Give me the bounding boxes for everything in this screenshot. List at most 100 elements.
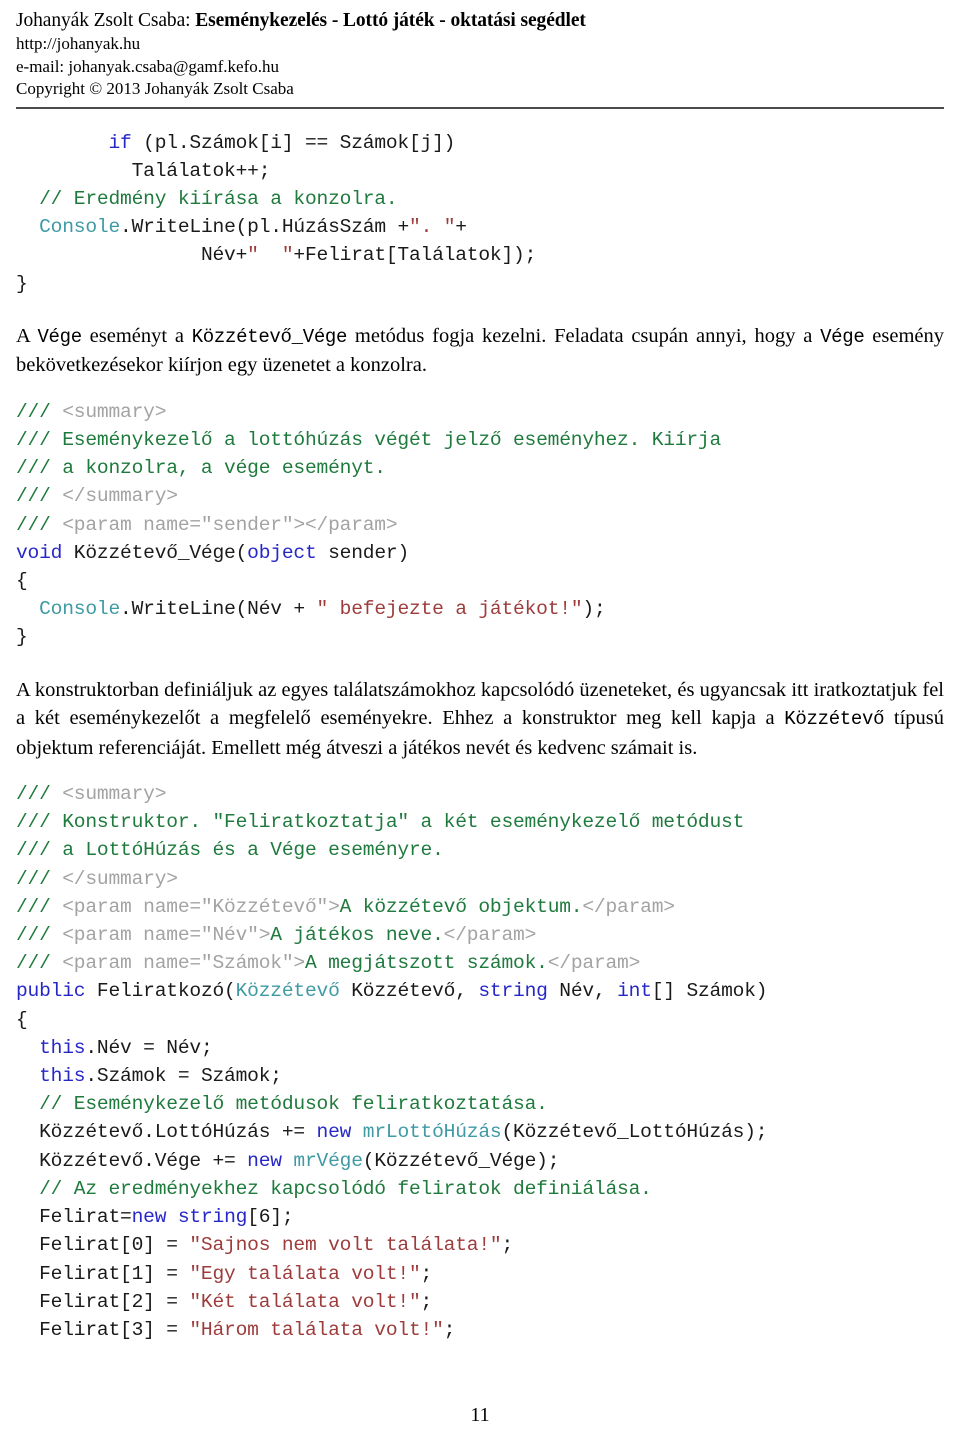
code-token: /// bbox=[16, 811, 63, 834]
page-number: 11 bbox=[470, 1404, 490, 1426]
code-token: ; bbox=[420, 1290, 433, 1313]
code-token: ". " bbox=[409, 216, 456, 239]
document-header: Johanyák Zsolt Csaba: Eseménykezelés - L… bbox=[16, 0, 944, 109]
code-token: ); bbox=[582, 598, 606, 621]
code-token: Közzétevő.Vége += bbox=[16, 1149, 248, 1172]
page-footer: 11 bbox=[0, 1404, 960, 1427]
code-token: a LottóHúzás és a Vége eseményre. bbox=[62, 839, 444, 862]
code-token: /// bbox=[16, 485, 63, 508]
code-token: /// bbox=[16, 952, 63, 975]
code-token: </summary> bbox=[62, 485, 178, 508]
code-token: </param> bbox=[582, 895, 675, 918]
code-token: Eseménykezelő a lottóhúzás végét jelző e… bbox=[62, 428, 722, 451]
prose-text: metódus fogja kezelni. Feladata csupán a… bbox=[347, 324, 821, 347]
code-token: [6]; bbox=[247, 1206, 294, 1229]
code-block-feliratkozo-konstruktor: /// <summary> /// Konstruktor. "Feliratk… bbox=[16, 780, 944, 1344]
code-token: new bbox=[131, 1206, 167, 1229]
inline-code: Közzétevő_Vége bbox=[191, 325, 348, 348]
code-token: .Számok = Számok; bbox=[85, 1065, 282, 1088]
inline-code: Vége bbox=[820, 325, 865, 348]
code-token: void bbox=[16, 541, 63, 564]
code-token: " befejezte a játékot!" bbox=[316, 598, 583, 621]
code-token: Közzétevő.LottóHúzás += bbox=[16, 1121, 317, 1144]
code-token: Felirat[0] = bbox=[16, 1234, 190, 1257]
code-token: A közzétevő objektum. bbox=[339, 895, 583, 918]
prose-text: eseményt a bbox=[81, 324, 192, 347]
code-token: (pl.Számok[i] == Számok[j]) bbox=[131, 131, 456, 154]
code-token: } bbox=[16, 626, 28, 649]
code-token: (Közzétevő_Vége); bbox=[362, 1149, 560, 1172]
code-token: /// bbox=[16, 839, 63, 862]
code-token: string bbox=[478, 980, 548, 1003]
code-token: string bbox=[177, 1206, 248, 1229]
code-token: Felirat[3] = bbox=[16, 1318, 190, 1341]
code-token: </param> bbox=[443, 924, 537, 947]
code-token: (Közzétevő_LottóHúzás); bbox=[501, 1121, 768, 1144]
code-token: <param name="sender"></param> bbox=[62, 513, 398, 536]
code-token: ; bbox=[443, 1318, 456, 1341]
code-token: </summary> bbox=[62, 867, 178, 890]
code-token: /// bbox=[16, 400, 63, 423]
code-token: /// bbox=[16, 895, 63, 918]
code-token: "Három találata volt!" bbox=[189, 1318, 444, 1341]
code-token: this bbox=[39, 1065, 86, 1088]
code-token: <param name="Név"> bbox=[62, 924, 271, 947]
inline-code: Vége bbox=[37, 325, 82, 348]
code-token: "Két találata volt!" bbox=[189, 1290, 421, 1313]
code-token: Közzétevő_Vége( bbox=[62, 541, 248, 564]
code-token: { bbox=[16, 1008, 28, 1031]
code-token: <param name="Közzétevő"> bbox=[62, 895, 340, 918]
code-token: /// bbox=[16, 867, 63, 890]
code-token: int bbox=[617, 980, 652, 1003]
code-token: Találatok++; bbox=[16, 159, 271, 182]
code-token: /// bbox=[16, 428, 63, 451]
code-token: A játékos neve. bbox=[270, 924, 444, 947]
header-document-title: Eseménykezelés - Lottó játék - oktatási … bbox=[195, 10, 586, 31]
code-token: Közzétevő bbox=[235, 980, 340, 1003]
code-token: /// bbox=[16, 513, 63, 536]
code-token: <summary> bbox=[62, 783, 167, 806]
code-token: sender) bbox=[316, 541, 409, 564]
code-token: /// bbox=[16, 457, 63, 480]
prose-text: A bbox=[16, 324, 38, 347]
code-token: new bbox=[247, 1149, 282, 1172]
code-token: Felirat[1] = bbox=[16, 1262, 190, 1285]
code-token: if bbox=[108, 131, 132, 154]
paragraph-konstruktor: A konstruktorban definiáljuk az egyes ta… bbox=[16, 676, 944, 763]
code-token: mrVége bbox=[293, 1149, 363, 1172]
code-token: "Egy találata volt!" bbox=[189, 1262, 421, 1285]
header-website[interactable]: http://johanyak.hu bbox=[16, 33, 944, 56]
code-token: Felirat[2] = bbox=[16, 1290, 190, 1313]
code-token: "Sajnos nem volt találata!" bbox=[189, 1234, 502, 1257]
code-token: A megjátszott számok. bbox=[304, 952, 548, 975]
header-copyright: Copyright © 2013 Johanyák Zsolt Csaba bbox=[16, 79, 294, 98]
code-block-kozzetevo-vege: /// <summary> /// Eseménykezelő a lottóh… bbox=[16, 398, 944, 652]
header-author: Johanyák Zsolt Csaba: bbox=[16, 10, 196, 31]
code-token: Console bbox=[39, 598, 121, 621]
code-token: .Név = Név; bbox=[85, 1036, 213, 1059]
code-token: a konzolra, a vége eseményt. bbox=[62, 457, 386, 480]
code-token: <param name="Számok"> bbox=[62, 952, 305, 975]
code-token: Konstruktor. "Feliratkoztatja" a két ese… bbox=[62, 811, 745, 834]
code-token: // Az eredményekhez kapcsolódó feliratok… bbox=[39, 1177, 652, 1200]
code-token: // Eredmény kiírása a konzolra. bbox=[39, 187, 398, 210]
header-email[interactable]: e-mail: johanyak.csaba@gamf.kefo.hu bbox=[16, 56, 944, 79]
code-token: Név+ bbox=[200, 244, 248, 267]
inline-code: Közzétevő bbox=[784, 708, 885, 731]
code-token: Felirat= bbox=[16, 1206, 132, 1229]
code-token: } bbox=[16, 272, 28, 295]
